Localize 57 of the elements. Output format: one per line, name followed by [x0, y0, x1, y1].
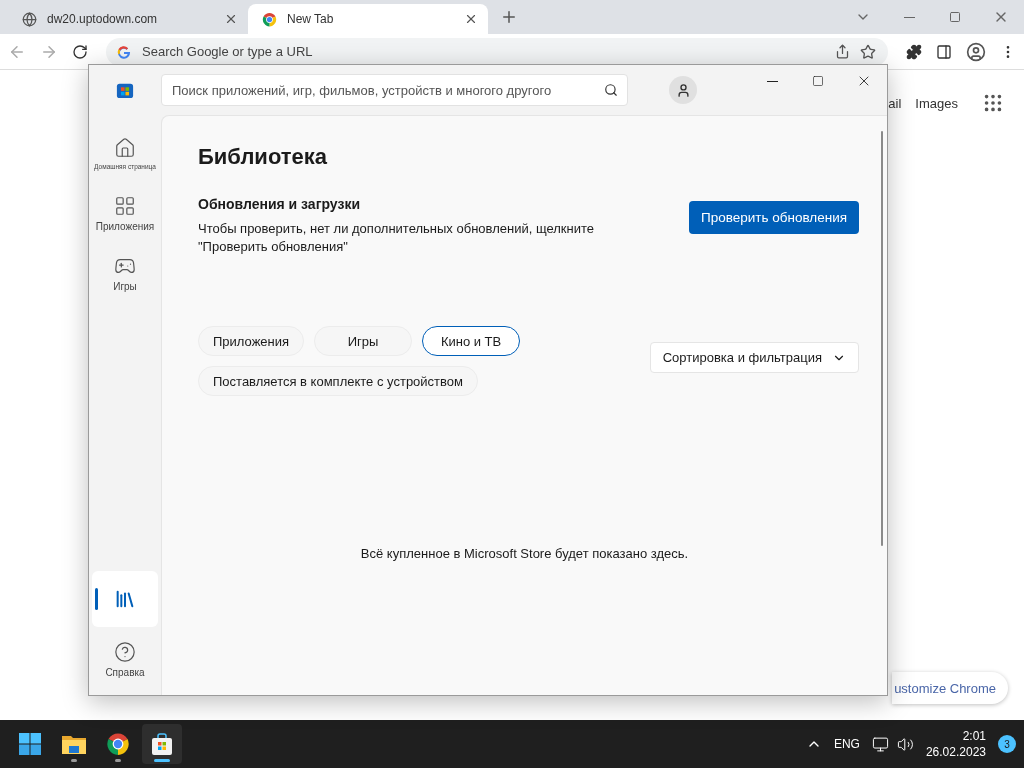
new-tab-button[interactable]	[500, 8, 518, 26]
google-icon	[116, 43, 132, 60]
library-icon	[114, 588, 136, 610]
person-icon	[675, 82, 691, 98]
notification-badge[interactable]: 3	[998, 735, 1016, 753]
apps-grid-icon	[114, 194, 136, 217]
check-updates-button[interactable]: Проверить обновления	[688, 201, 859, 234]
nav-item[interactable]: Приложения	[92, 185, 158, 241]
section-title: Обновления и загрузки	[198, 196, 361, 212]
share-button[interactable]	[835, 44, 850, 59]
minimize-icon	[766, 80, 778, 82]
header-link[interactable]: ail	[888, 95, 902, 111]
search-field[interactable]: Поиск приложений, игр, фильмов, устройств и многого другого	[161, 74, 628, 106]
minimize-icon	[903, 16, 915, 18]
browser-tab[interactable]: dw20.uptodown.com	[8, 4, 248, 34]
network-icon[interactable]	[871, 735, 889, 753]
bookmark-star-button[interactable]	[860, 43, 876, 60]
store-logo-icon	[116, 81, 134, 99]
filter-chip[interactable]: Поставляется в комплекте с устройством	[198, 366, 478, 396]
filter-chip[interactable]: Игры	[314, 326, 413, 356]
home-icon	[114, 136, 136, 159]
extensions-button[interactable]	[906, 43, 922, 60]
clock-date: 26.02.2023	[925, 745, 986, 759]
close-tab-button[interactable]	[464, 12, 478, 26]
chrome-icon	[262, 11, 277, 27]
clock-time: 2:01	[962, 729, 986, 743]
empty-message: Всё купленное в Microsoft Store будет показано здесь.	[360, 546, 689, 561]
browser-tab[interactable]: New Tab	[248, 4, 488, 34]
chrome-icon	[106, 732, 130, 756]
restore-icon	[949, 11, 961, 23]
nav-item[interactable]	[92, 571, 158, 627]
globe-icon	[22, 11, 37, 27]
search-icon[interactable]	[604, 83, 618, 97]
nav-item[interactable]: Справка	[92, 631, 158, 687]
filter-chip[interactable]: Кино и ТВ	[422, 326, 521, 356]
help-icon	[114, 640, 136, 663]
store-bag-icon	[150, 732, 174, 756]
side-panel-button[interactable]	[936, 43, 952, 60]
customize-chrome-button[interactable]: ustomize Chrome	[892, 672, 1008, 704]
nav-item[interactable]: Игры	[92, 245, 158, 301]
apps-grid-button[interactable]	[982, 92, 1004, 114]
maximize-icon	[812, 75, 824, 87]
address-bar[interactable]: Search Google or type a URL	[106, 37, 888, 66]
page-title: Библиотека	[198, 144, 329, 170]
filter-chip[interactable]: Приложения	[198, 326, 305, 356]
profile-button[interactable]	[966, 41, 986, 62]
volume-icon[interactable]	[896, 735, 914, 753]
reload-button[interactable]	[72, 43, 88, 60]
windows-logo-icon	[18, 732, 42, 756]
scrollbar[interactable]	[881, 131, 883, 546]
taskbar-app[interactable]	[142, 724, 182, 764]
section-text: Чтобы проверить, нет ли дополнительных обновлений, щелкните "Проверить обновления"	[198, 220, 595, 256]
sort-filter-button[interactable]: Сортировка и фильтрация	[649, 342, 859, 373]
header-link[interactable]: Images	[915, 95, 958, 111]
account-button[interactable]	[669, 76, 697, 104]
language-indicator[interactable]: ENG	[833, 737, 860, 751]
close-tab-button[interactable]	[224, 12, 238, 26]
